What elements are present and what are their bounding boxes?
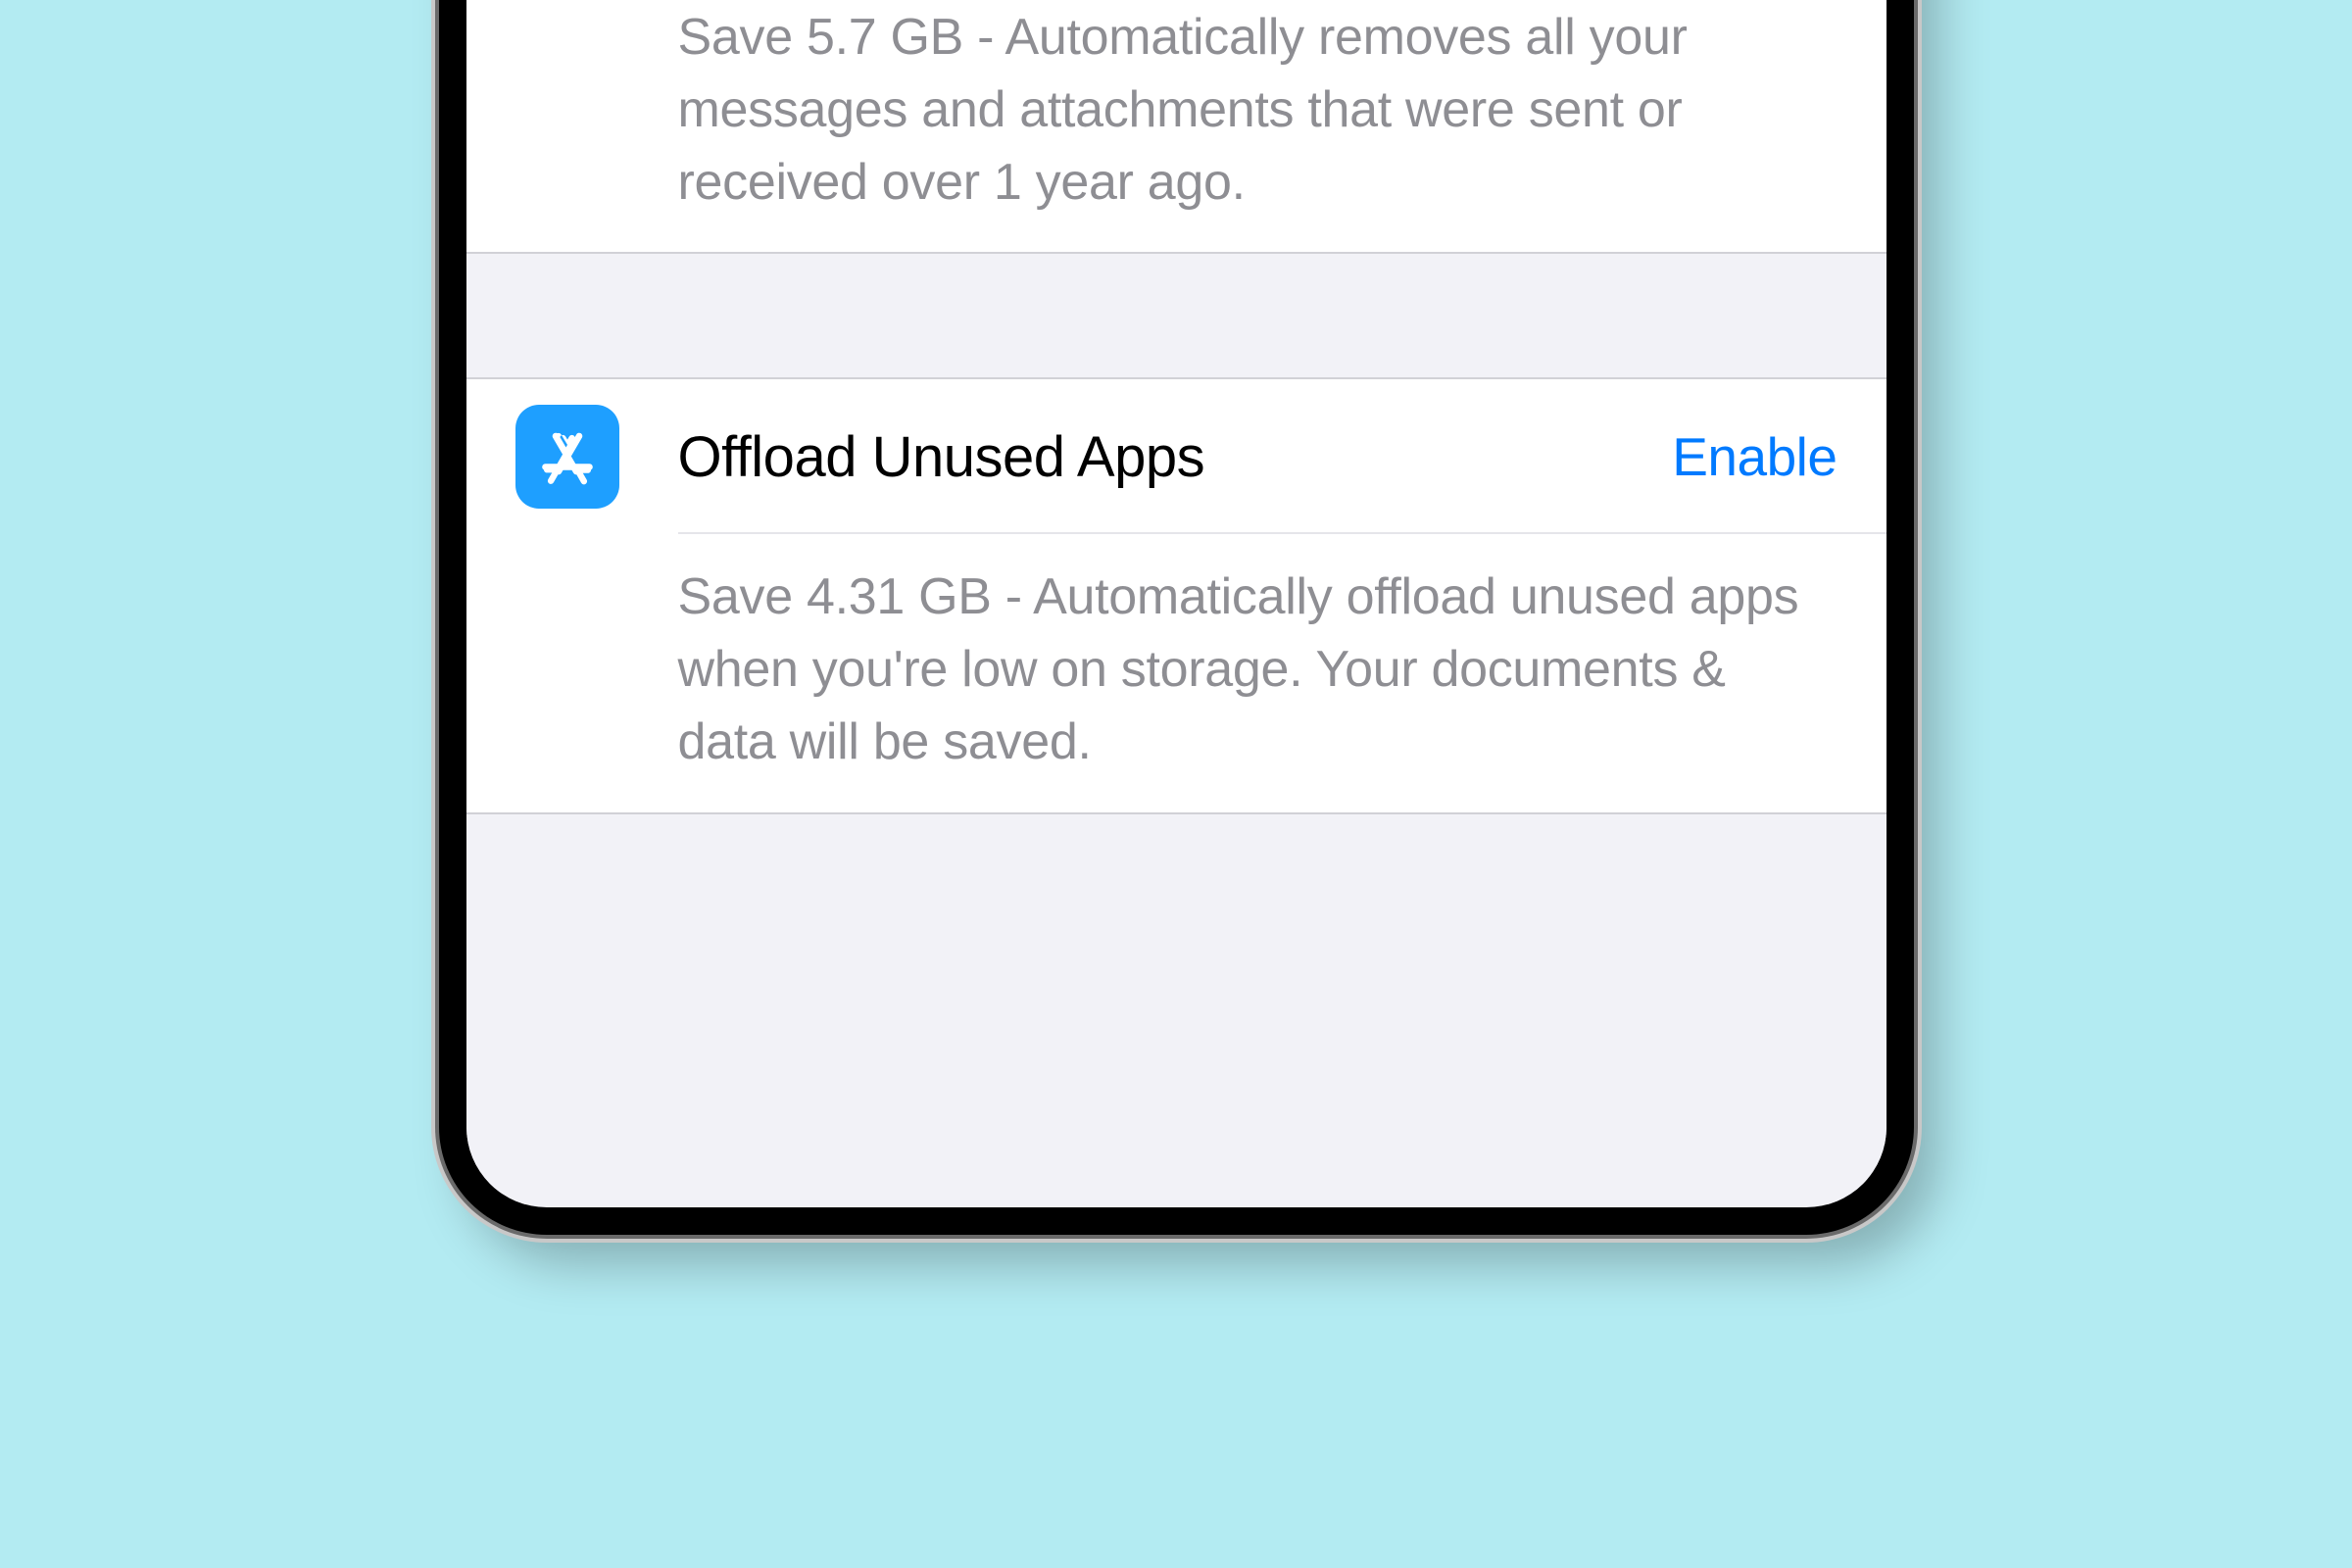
section-separator [466,252,1886,379]
recommendation-description: Save 4.31 GB - Automatically offload unu… [466,534,1886,811]
recommendation-header: Offload Unused Apps Enable [466,379,1886,532]
recommendation-offload-apps: Offload Unused Apps Enable Save 4.31 GB … [466,379,1886,811]
recommendation-title: Offload Unused Apps [678,424,1205,490]
recommendation-description: Save 5.7 GB - Automatically removes all … [466,0,1886,252]
phone-device-frame: Auto Delete Old Conversations Enable Sav… [439,0,1914,1235]
phone-screen: Auto Delete Old Conversations Enable Sav… [466,0,1886,1207]
recommendation-auto-delete: Auto Delete Old Conversations Enable Sav… [466,0,1886,252]
app-store-icon [515,405,619,509]
section-separator [466,812,1886,1204]
recommendation-title-row: Offload Unused Apps Enable [678,424,1838,490]
enable-button[interactable]: Enable [1672,425,1837,488]
settings-storage-screen: Auto Delete Old Conversations Enable Sav… [466,0,1886,1207]
